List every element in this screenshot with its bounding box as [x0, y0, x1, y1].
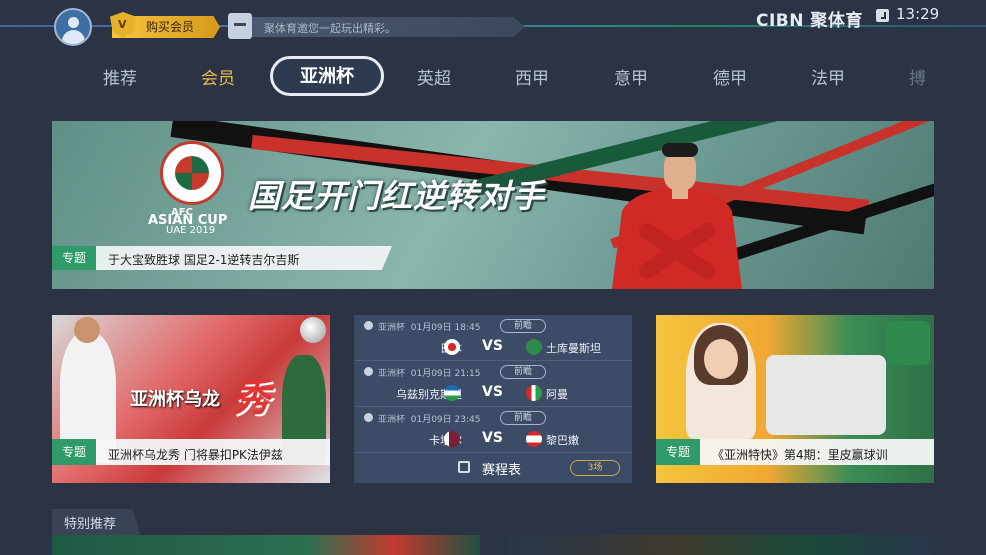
card-overlay-title: 亚洲杯乌龙: [130, 389, 220, 410]
match-schedule-panel: 亚洲杯 01月09日 18:45 前瞻 日本 VS 土库曼斯坦 亚洲杯 01月0…: [354, 315, 632, 483]
message-icon: [228, 13, 252, 39]
card-caption: 亚洲杯乌龙秀 门将暴扣PK法伊兹: [108, 448, 283, 462]
afc-asian-cup-logo: [160, 141, 224, 205]
match-vs: VS: [482, 430, 503, 446]
card-overlay-big: 秀: [232, 376, 271, 420]
schedule-footer-label: 赛程表: [482, 463, 522, 478]
clock-time: 13:29: [896, 5, 940, 23]
recommend-card[interactable]: [505, 535, 933, 555]
tab-ligue-1[interactable]: 法甲: [811, 64, 845, 89]
football-icon: [364, 367, 373, 376]
match-away-team: 阿曼: [546, 388, 568, 401]
tab-la-liga[interactable]: 西甲: [515, 64, 549, 89]
team-photo: [766, 355, 886, 435]
calendar-icon: [458, 461, 470, 473]
tab-premier-league[interactable]: 英超: [417, 64, 451, 89]
vip-shield-glyph: V: [118, 18, 127, 31]
avatar[interactable]: [54, 8, 92, 46]
football-icon: [364, 413, 373, 422]
pitch-icon: [886, 321, 930, 365]
match-vs: VS: [482, 384, 503, 400]
flag-lebanon-icon: [526, 431, 542, 447]
afc-logo-text-3: UAE 2019: [166, 225, 216, 236]
flag-turkmenistan-icon: [526, 339, 542, 355]
flag-japan-icon: [444, 339, 460, 355]
brand-logo: CIBN 聚体育: [756, 11, 863, 31]
match-competition: 亚洲杯 01月09日 23:45: [378, 415, 481, 425]
tab-more[interactable]: 搏: [909, 64, 926, 89]
match-competition: 亚洲杯 01月09日 18:45: [378, 323, 481, 333]
tab-vip[interactable]: 会员: [201, 64, 235, 89]
match-away-team: 土库曼斯坦: [546, 342, 601, 355]
flag-oman-icon: [526, 385, 542, 401]
card-caption: 《亚洲特快》第4期：里皮赢球训: [712, 448, 888, 462]
flag-qatar-icon: [444, 431, 460, 447]
host-face: [704, 339, 738, 379]
clock-icon: [876, 9, 889, 22]
own-goal-feature-card[interactable]: 亚洲杯乌龙 秀 专题 亚洲杯乌龙秀 门将暴扣PK法伊兹: [52, 315, 330, 483]
match-away-team: 黎巴嫩: [546, 434, 579, 447]
hero-tag: 专题: [52, 246, 96, 270]
tab-asian-cup[interactable]: 亚洲杯: [270, 56, 384, 96]
match-status-badge: 前瞻: [500, 411, 546, 425]
football-icon: [364, 321, 373, 330]
match-competition: 亚洲杯 01月09日 21:15: [378, 369, 481, 379]
hero-title: 国足开门红逆转对手: [248, 177, 546, 215]
match-status-badge: 前瞻: [500, 319, 546, 333]
football-icon: [300, 317, 326, 343]
match-vs: VS: [482, 338, 503, 354]
schedule-count-badge: 3场: [570, 460, 620, 476]
avatar-head-icon: [68, 17, 79, 28]
category-tabs: 推荐 会员 亚洲杯 英超 西甲 意甲 德甲 法甲 搏: [0, 56, 986, 96]
tab-serie-a[interactable]: 意甲: [614, 64, 648, 89]
tab-recommend[interactable]: 推荐: [103, 64, 137, 89]
match-row[interactable]: 亚洲杯 01月09日 23:45 前瞻 卡塔尔 VS 黎巴嫩: [354, 407, 632, 453]
hero-banner[interactable]: AFC ASIAN CUP UAE 2019 国足开门红逆转对手 专题 于大宝致…: [52, 121, 934, 289]
section-title: 特别推荐: [64, 517, 117, 532]
hero-caption: 于大宝致胜球 国足2-1逆转吉尔吉斯: [108, 253, 300, 267]
flag-uzbekistan-icon: [444, 385, 460, 401]
tab-bundesliga[interactable]: 德甲: [713, 64, 747, 89]
buy-vip-label: 购买会员: [146, 20, 195, 34]
match-status-badge: 前瞻: [500, 365, 546, 379]
avatar-body-icon: [62, 30, 85, 44]
card-tag: 专题: [52, 439, 96, 465]
recommend-card[interactable]: [52, 535, 480, 555]
match-row[interactable]: 亚洲杯 01月09日 21:15 前瞻 乌兹别克斯坦 VS 阿曼: [354, 361, 632, 407]
card-tag: 专题: [656, 439, 700, 465]
message-text: 聚体育邀您一起玩出精彩。: [264, 22, 396, 35]
player-head-left: [74, 317, 100, 343]
player-image: [612, 143, 742, 289]
schedule-footer-button[interactable]: 赛程表 3场: [354, 453, 632, 483]
match-row[interactable]: 亚洲杯 01月09日 18:45 前瞻 日本 VS 土库曼斯坦: [354, 315, 632, 361]
asia-express-feature-card[interactable]: 专题 《亚洲特快》第4期：里皮赢球训: [656, 315, 934, 483]
